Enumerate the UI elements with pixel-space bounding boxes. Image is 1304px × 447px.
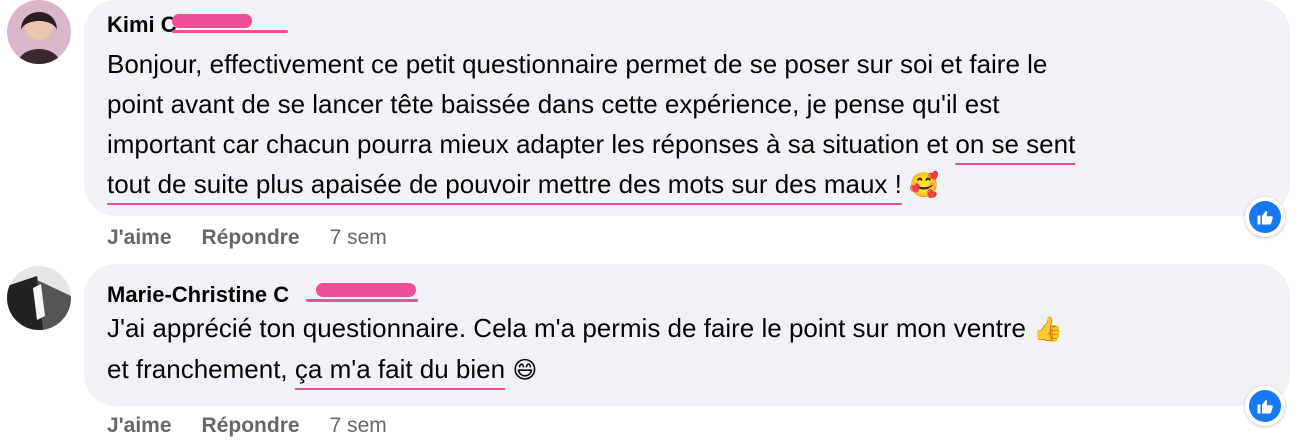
like-icon — [1249, 390, 1281, 422]
timestamp[interactable]: 7 sem — [330, 226, 387, 249]
comment-text-line: point avant de se lancer tête baissée da… — [107, 89, 1000, 119]
like-button[interactable]: J'aime — [107, 414, 172, 437]
avatar[interactable] — [7, 0, 71, 64]
comment-text-line: Bonjour, effectivement ce petit question… — [107, 49, 1048, 79]
thumbs-up-emoji: 👍 — [1033, 315, 1064, 343]
comment-author[interactable]: Kimi C — [107, 12, 177, 38]
comment-text-line: et franchement, — [107, 354, 295, 384]
reply-button[interactable]: Répondre — [202, 414, 300, 437]
reaction-badge[interactable] — [1245, 197, 1285, 237]
redaction-mark — [172, 30, 288, 33]
comment-actions: J'aime Répondre 7 sem — [107, 226, 387, 250]
comment-text: J'ai apprécié ton questionnaire. Cela m'… — [107, 308, 1282, 390]
like-icon — [1249, 201, 1281, 233]
redaction-mark — [316, 283, 416, 297]
avatar[interactable] — [7, 266, 71, 330]
comment-text-line: J'ai apprécié ton questionnaire. Cela m'… — [107, 313, 1034, 343]
comment-text-line: important car chacun pourra mieux adapte… — [107, 129, 956, 159]
grinning-emoji: 😄 — [512, 356, 538, 384]
timestamp[interactable]: 7 sem — [330, 414, 387, 437]
comment-actions: J'aime Répondre 7 sem — [107, 414, 387, 438]
comment-author[interactable]: Marie-Christine C — [107, 282, 289, 308]
reaction-badge[interactable] — [1245, 386, 1285, 426]
underlined-text: on se sent — [955, 129, 1076, 159]
reply-button[interactable]: Répondre — [202, 226, 300, 249]
underlined-text: ça m'a fait du bien — [294, 354, 506, 384]
underlined-text: tout de suite plus apaisée de pouvoir me… — [107, 169, 902, 199]
comment-text: Bonjour, effectivement ce petit question… — [107, 44, 1282, 205]
redaction-mark — [172, 14, 252, 28]
smiling-hearts-emoji: 🥰 — [909, 171, 939, 199]
like-button[interactable]: J'aime — [107, 226, 172, 249]
redaction-mark — [306, 299, 418, 302]
